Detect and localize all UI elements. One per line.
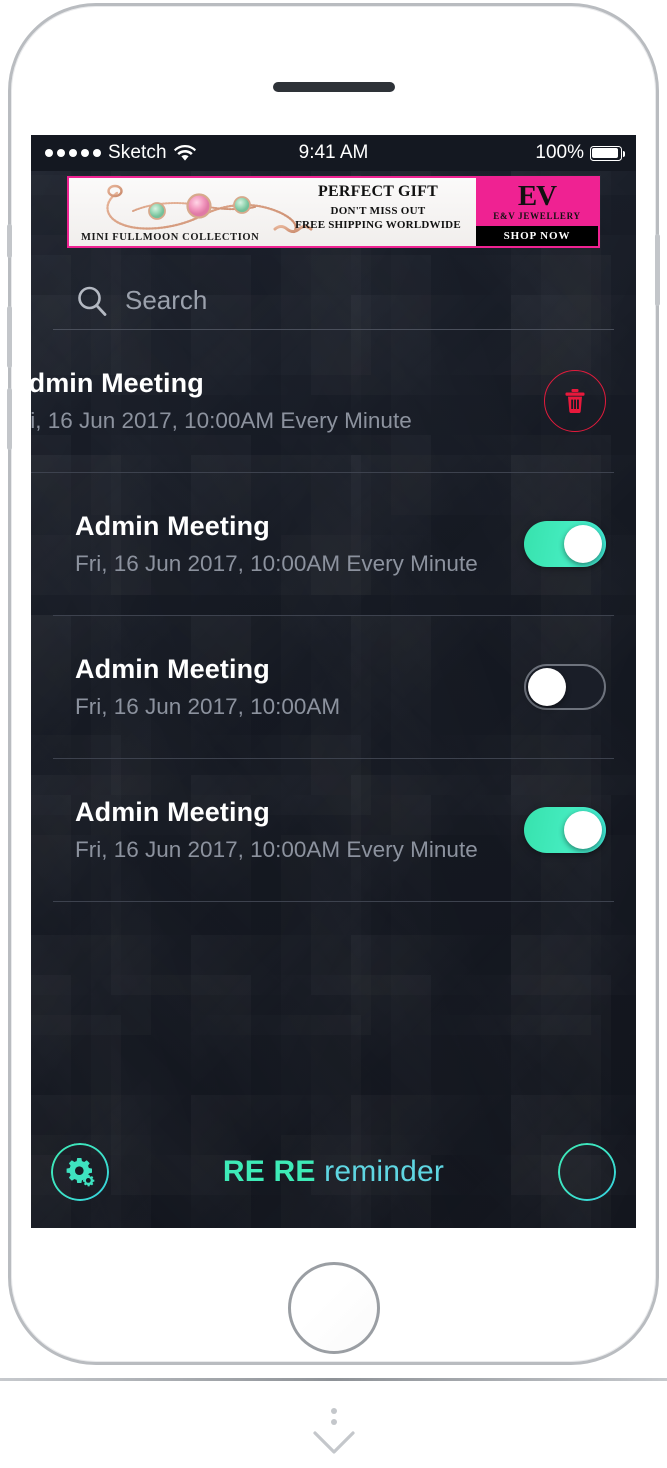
reminder-toggle[interactable] [524,521,606,567]
gear-icon [63,1155,97,1189]
reminder-title: Admin Meeting [75,511,504,542]
scroll-hint-dot [331,1419,337,1425]
toggle-knob [564,525,602,563]
toggle-knob [528,668,566,706]
volume-up-button[interactable] [7,306,12,368]
search-icon [75,284,109,318]
ad-subline-1: DON'T MISS OUT [288,205,468,217]
reminder-text-block: Admin Meeting Fri, 16 Jun 2017, 10:00AM [75,654,504,720]
table-row[interactable]: Admin Meeting Fri, 16 Jun 2017, 10:00AM … [53,473,614,616]
ad-brand-panel: EV E&V JEWELLERY SHOP NOW [476,178,598,246]
add-reminder-button[interactable] [558,1143,616,1201]
scroll-hint-dot [331,1408,337,1414]
scroll-down-hint[interactable] [312,1408,356,1456]
reminder-toggle[interactable] [524,807,606,853]
power-button[interactable] [655,234,660,306]
chevron-down-icon [312,1430,356,1456]
delete-button[interactable] [544,370,606,432]
ad-brand-name: E&V JEWELLERY [493,211,580,221]
ad-banner[interactable]: MINI FULLMOON COLLECTION PERFECT GIFT DO… [67,176,600,248]
ad-subline-2: FREE SHIPPING WORLDWIDE [288,219,468,231]
search-input[interactable] [125,285,614,316]
plus-icon [572,1157,602,1187]
reminder-control [504,370,614,432]
reminder-subtitle: Fri, 16 Jun 2017, 10:00AM Every Minute [75,837,504,863]
reminder-text-block: Admin Meeting Fri, 16 Jun 2017, 10:00AM … [75,511,504,577]
reminder-text-block: Admin Meeting Fri, 16 Jun 2017, 10:00AM … [75,797,504,863]
ad-brand-logo: EV [518,183,556,210]
status-bar-right: 100% [535,142,622,164]
trash-icon [563,388,587,414]
ad-shop-now-button[interactable]: SHOP NOW [476,226,598,246]
reminder-title: Admin Meeting [75,797,504,828]
settings-button[interactable] [51,1143,109,1201]
ad-collection-label: MINI FULLMOON COLLECTION [81,232,259,243]
signal-strength-icon [45,149,101,157]
table-row[interactable]: Admin Meeting Fri, 16 Jun 2017, 10:00AM … [53,759,614,902]
front-camera-icon [328,46,340,58]
app-brand-light: reminder [324,1155,444,1188]
status-bar-left: Sketch [45,142,196,164]
reminder-toggle[interactable] [524,664,606,710]
silent-switch[interactable] [7,224,12,258]
search-bar[interactable] [53,272,614,330]
wifi-icon [174,145,196,162]
home-button[interactable] [288,1262,380,1354]
frame-baseline-divider [0,1378,667,1381]
ad-headline: PERFECT GIFT [288,182,468,202]
status-bar: Sketch 9:41 AM 100% [31,135,636,171]
ad-brand-block: EV E&V JEWELLERY [476,178,598,226]
speaker-grill [273,82,395,92]
reminder-list: Admin Meeting Fri, 16 Jun 2017, 10:00AM … [31,330,636,902]
reminder-subtitle: Fri, 16 Jun 2017, 10:00AM Every Minute [31,408,504,434]
reminder-subtitle: Fri, 16 Jun 2017, 10:00AM Every Minute [75,551,504,577]
reminder-control [504,807,614,853]
ad-banner-content: MINI FULLMOON COLLECTION PERFECT GIFT DO… [69,178,476,246]
table-row[interactable]: Admin Meeting Fri, 16 Jun 2017, 10:00AM [53,616,614,759]
bottom-toolbar: RE RE reminder [31,1116,636,1228]
reminder-control [504,521,614,567]
battery-percent-label: 100% [535,142,584,164]
app-brand-title: RE RE reminder [223,1155,444,1189]
toggle-knob [564,811,602,849]
reminder-subtitle: Fri, 16 Jun 2017, 10:00AM [75,694,504,720]
volume-down-button[interactable] [7,388,12,450]
app-brand-bold: RE RE [223,1155,316,1188]
battery-full-icon [590,146,622,161]
phone-screen: Sketch 9:41 AM 100% [31,135,636,1228]
reminder-title: Admin Meeting [75,654,504,685]
carrier-label: Sketch [108,142,167,164]
table-row[interactable]: Admin Meeting Fri, 16 Jun 2017, 10:00AM … [31,330,614,473]
ad-copy-block: PERFECT GIFT DON'T MISS OUT FREE SHIPPIN… [288,182,468,231]
reminder-title: Admin Meeting [31,368,504,399]
reminder-control [504,664,614,710]
reminder-text-block: Admin Meeting Fri, 16 Jun 2017, 10:00AM … [31,368,504,434]
